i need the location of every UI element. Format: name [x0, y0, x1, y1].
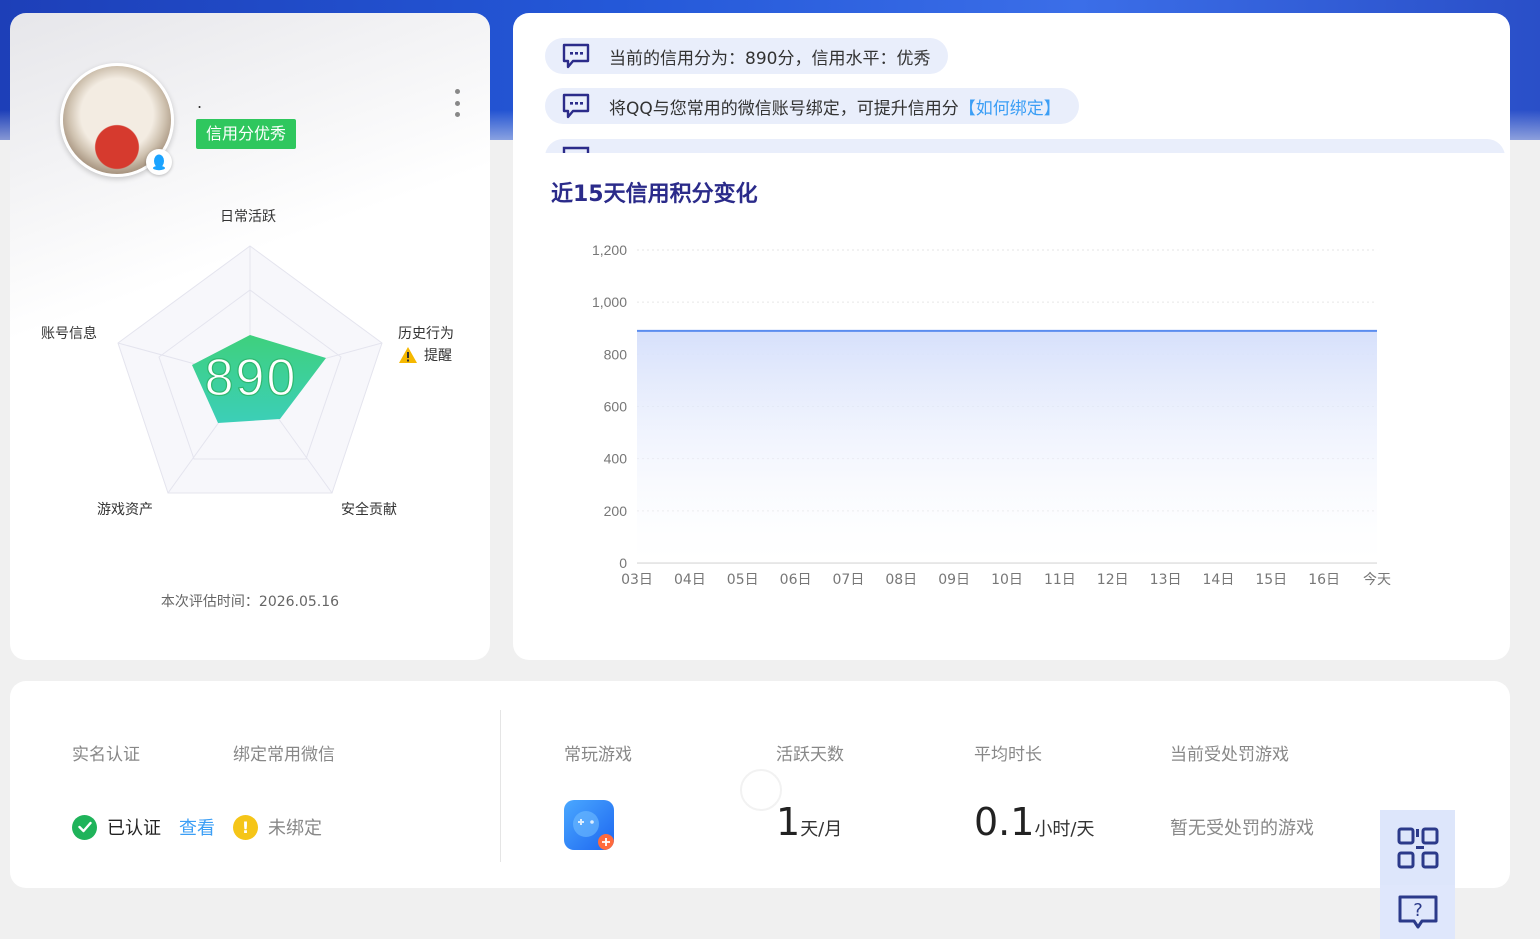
avg-time-header: 平均时长 — [974, 745, 1042, 765]
radar-label-assets: 游戏资产 — [97, 502, 153, 518]
radar-label-security: 安全贡献 — [341, 502, 397, 518]
chart-y-tick-label: 600 — [604, 399, 628, 415]
exclamation-circle-icon: ! — [233, 814, 258, 840]
game-controller-icon[interactable] — [564, 800, 614, 850]
chart-y-tick-label: 1,000 — [592, 294, 627, 310]
chart-y-tick-label: 200 — [604, 503, 628, 519]
history-warning[interactable]: 提醒 — [398, 345, 452, 365]
chart-x-tick-label: 14日 — [1203, 572, 1235, 588]
active-days-stat: 1天/月 — [776, 800, 842, 844]
chart-y-tick-label: 400 — [604, 451, 628, 467]
credit-trend-card: 当前的信用分为：890分，信用水平：优秀 将QQ与您常用的微信账号绑定，可提升信… — [513, 13, 1510, 660]
eval-time-label: 本次评估时间： — [160, 594, 259, 610]
eval-time: 本次评估时间：2026.05.16 — [10, 591, 490, 611]
games-header: 常玩游戏 — [564, 745, 632, 765]
help-chat-icon: ? — [1398, 895, 1437, 929]
chart-x-tick-label: 03日 — [621, 572, 653, 588]
avg-time-value: 0.1 — [974, 800, 1035, 844]
penalty-header: 当前受处罚游戏 — [1170, 745, 1289, 765]
realname-status: 已认证 查看 — [72, 814, 215, 840]
chart-x-tick-label: 16日 — [1308, 572, 1340, 588]
stats-divider — [500, 710, 501, 862]
radar-label-account: 账号信息 — [41, 326, 97, 342]
active-days-value: 1 — [776, 800, 801, 844]
chart-x-tick-label: 04日 — [674, 572, 706, 588]
chart-x-tick-label: 08日 — [885, 572, 917, 588]
chart-x-tick-label: 15日 — [1255, 572, 1287, 588]
radar-label-history: 历史行为 — [398, 326, 454, 342]
chart-y-tick-label: 800 — [604, 346, 628, 362]
active-days-header: 活跃天数 — [776, 745, 844, 765]
chart-x-tick-label: 13日 — [1150, 572, 1182, 588]
radar-label-daily-active: 日常活跃 — [220, 209, 276, 225]
check-circle-icon — [72, 814, 97, 840]
chart-x-tick-label: 09日 — [938, 572, 970, 588]
chart-x-tick-label: 05日 — [727, 572, 759, 588]
penalty-status: 暂无受处罚的游戏 — [1170, 818, 1314, 839]
radar-score-value: 890 — [205, 349, 298, 407]
chart-x-tick-label: 10日 — [991, 572, 1023, 588]
profile-card: . 信用分优秀 890 日常活跃 历史行为 提醒 安全贡献 游戏资产 账号信息 … — [10, 13, 490, 660]
avg-time-stat: 0.1小时/天 — [974, 800, 1095, 844]
active-days-unit: 天/月 — [800, 819, 843, 840]
chart-y-tick-label: 0 — [619, 555, 627, 571]
realname-header: 实名认证 — [72, 745, 140, 765]
realname-status-text: 已认证 — [107, 818, 161, 839]
view-realname-link[interactable]: 查看 — [179, 814, 215, 840]
stats-card: 实名认证 绑定常用微信 已认证 查看 ! 未绑定 常玩游戏 活跃天数 平均时长 … — [10, 681, 1510, 888]
credit-trend-chart: 0 200 400 600 800 1,000 1,200 03日 04日 05日 06日 07日 08… — [592, 242, 1391, 588]
svg-text:?: ? — [1413, 900, 1423, 921]
chart-y-tick-label: 1,200 — [592, 242, 627, 258]
history-warning-label: 提醒 — [424, 348, 452, 364]
wechat-status-text: 未绑定 — [268, 818, 322, 839]
chart-area-fill — [637, 330, 1377, 563]
warning-triangle-icon — [399, 347, 417, 363]
qrcode-button[interactable] — [1380, 810, 1455, 885]
qrcode-icon — [1397, 827, 1438, 868]
chart-x-tick-label: 07日 — [833, 572, 865, 588]
chart-x-tick-label: 11日 — [1044, 572, 1076, 588]
help-button[interactable]: ? — [1380, 885, 1455, 939]
wechat-status: ! 未绑定 — [233, 814, 322, 840]
chart-x-tick-label: 06日 — [780, 572, 812, 588]
chart-x-tick-label: 今天 — [1363, 572, 1391, 588]
eval-time-value: 2026.05.16 — [258, 594, 340, 610]
chart-x-tick-label: 12日 — [1097, 572, 1129, 588]
avg-time-unit: 小时/天 — [1034, 819, 1095, 840]
wechat-header: 绑定常用微信 — [233, 745, 335, 765]
